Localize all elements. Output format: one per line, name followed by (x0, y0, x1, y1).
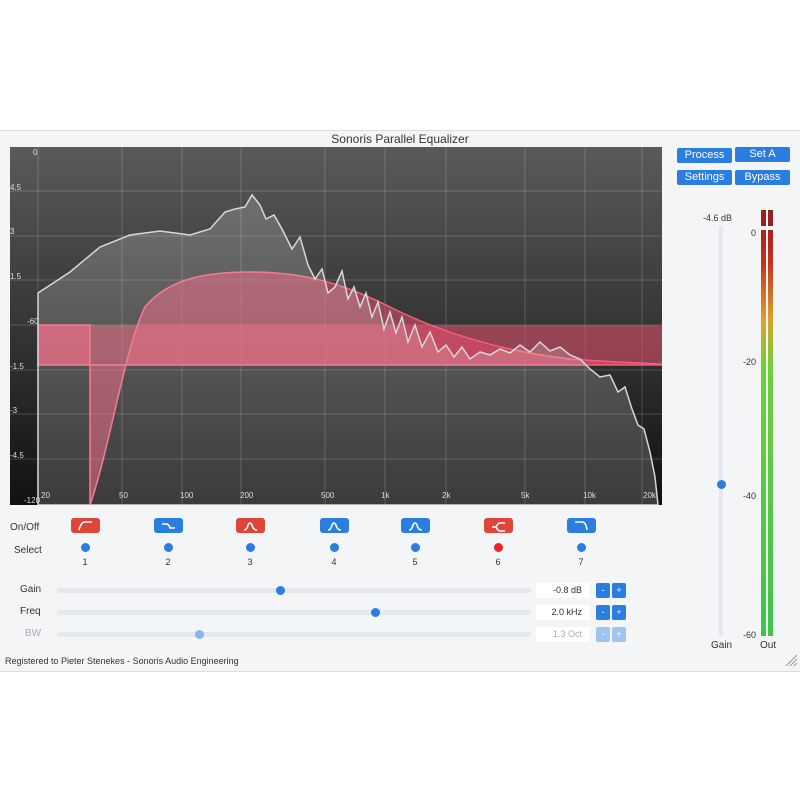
band-4-select-button[interactable] (330, 543, 339, 552)
band-7-onoff-button[interactable] (567, 518, 596, 533)
band-2-onoff-button[interactable] (154, 518, 183, 533)
bw-minus-button[interactable]: - (596, 627, 610, 642)
resize-grip-icon[interactable] (784, 653, 798, 667)
db-label: -3 (10, 406, 18, 415)
freq-label: 200 (240, 491, 254, 500)
highshelf-icon (492, 522, 505, 532)
gain-minus-button[interactable]: - (596, 583, 610, 598)
output-gain-label: Gain (711, 640, 733, 651)
freq-plus-button[interactable]: + (612, 605, 626, 620)
freq-minus-button[interactable]: - (596, 605, 610, 620)
band-1-onoff-button[interactable] (71, 518, 100, 533)
gain-plus-button[interactable]: + (612, 583, 626, 598)
band-6-select-button[interactable] (494, 543, 503, 552)
freq-slider-thumb[interactable] (370, 608, 380, 617)
db-label: 1.5 (10, 272, 22, 281)
output-gain-track[interactable] (719, 226, 723, 636)
freq-slider-track[interactable] (57, 610, 531, 615)
eq-graph-svg (10, 147, 662, 505)
band-number: 7 (578, 557, 584, 567)
output-meter-right (768, 230, 773, 636)
band-number: 1 (82, 557, 88, 567)
band-number: 6 (495, 557, 501, 567)
db-label: -60 (27, 317, 39, 326)
bell-icon (327, 522, 342, 531)
meter-scale-label: -40 (742, 491, 756, 501)
freq-label: 20 (41, 491, 50, 500)
clip-indicator-left[interactable] (761, 210, 766, 226)
registration-text: Registered to Pieter Stenekes - Sonoris … (5, 656, 239, 666)
bw-slider-track[interactable] (57, 632, 531, 637)
onoff-row-label: On/Off (10, 522, 40, 533)
freq-label: 10k (583, 491, 596, 500)
band-5-onoff-button[interactable] (401, 518, 430, 533)
freq-label: 500 (321, 491, 335, 500)
select-row-label: Select (14, 545, 42, 556)
freq-value-field[interactable]: 2.0 kHz (536, 605, 590, 620)
db-label: 3 (10, 227, 15, 236)
band-3-select-button[interactable] (246, 543, 255, 552)
band-number: 3 (247, 557, 253, 567)
bell-icon (243, 522, 258, 531)
freq-label: 20k (643, 491, 656, 500)
bw-param-label: BW (25, 628, 42, 639)
window-title: Sonoris Parallel Equalizer (331, 132, 469, 146)
db-label: -4.5 (10, 451, 24, 460)
gain-value-field[interactable]: -0.8 dB (536, 583, 590, 598)
band-number: 5 (412, 557, 418, 567)
output-gain-value: -4.6 dB (703, 213, 733, 223)
band-3-onoff-button[interactable] (236, 518, 265, 533)
freq-label: 2k (442, 491, 451, 500)
db-label: -1.5 (10, 362, 24, 371)
band-2-select-button[interactable] (164, 543, 173, 552)
gain-slider-thumb[interactable] (275, 586, 285, 595)
bypass-button[interactable]: Bypass (735, 170, 790, 185)
band-4-onoff-button[interactable] (320, 518, 349, 533)
band-number: 4 (331, 557, 337, 567)
meter-scale-label: 0 (750, 228, 756, 238)
bw-value-field[interactable]: 1.3 Oct (536, 627, 590, 642)
freq-label: 100 (180, 491, 194, 500)
lowcut-icon (78, 521, 92, 531)
settings-button[interactable]: Settings (677, 170, 732, 185)
freq-label: 1k (381, 491, 390, 500)
freq-param-label: Freq (20, 606, 41, 617)
band-6-onoff-button[interactable] (484, 518, 513, 533)
clip-indicator-right[interactable] (768, 210, 773, 226)
lowshelf-icon (162, 523, 175, 529)
bell-icon (408, 522, 423, 531)
output-meter-label: Out (760, 640, 777, 651)
eq-graph[interactable]: 0 4.5 3 1.5 -60 -1.5 -3 -4.5 -120 (10, 147, 662, 505)
freq-label: 50 (119, 491, 128, 500)
process-lr-button[interactable]: Process LR (677, 148, 732, 176)
gain-slider-track[interactable] (57, 588, 531, 593)
freq-label: 5k (521, 491, 530, 500)
meter-scale-label: -60 (742, 630, 756, 640)
db-label: 0 (33, 148, 38, 157)
db-label: 4.5 (10, 183, 22, 192)
output-meter-left (761, 230, 766, 636)
bw-plus-button[interactable]: + (612, 627, 626, 642)
gain-param-label: Gain (20, 584, 42, 595)
output-gain-thumb[interactable] (717, 480, 726, 489)
set-a-button[interactable]: Set A (735, 147, 790, 162)
highcut-icon (575, 521, 588, 531)
band-number: 2 (165, 557, 171, 567)
meter-scale-label: -20 (742, 357, 756, 367)
band-5-select-button[interactable] (411, 543, 420, 552)
band-1-select-button[interactable] (81, 543, 90, 552)
band-7-select-button[interactable] (577, 543, 586, 552)
